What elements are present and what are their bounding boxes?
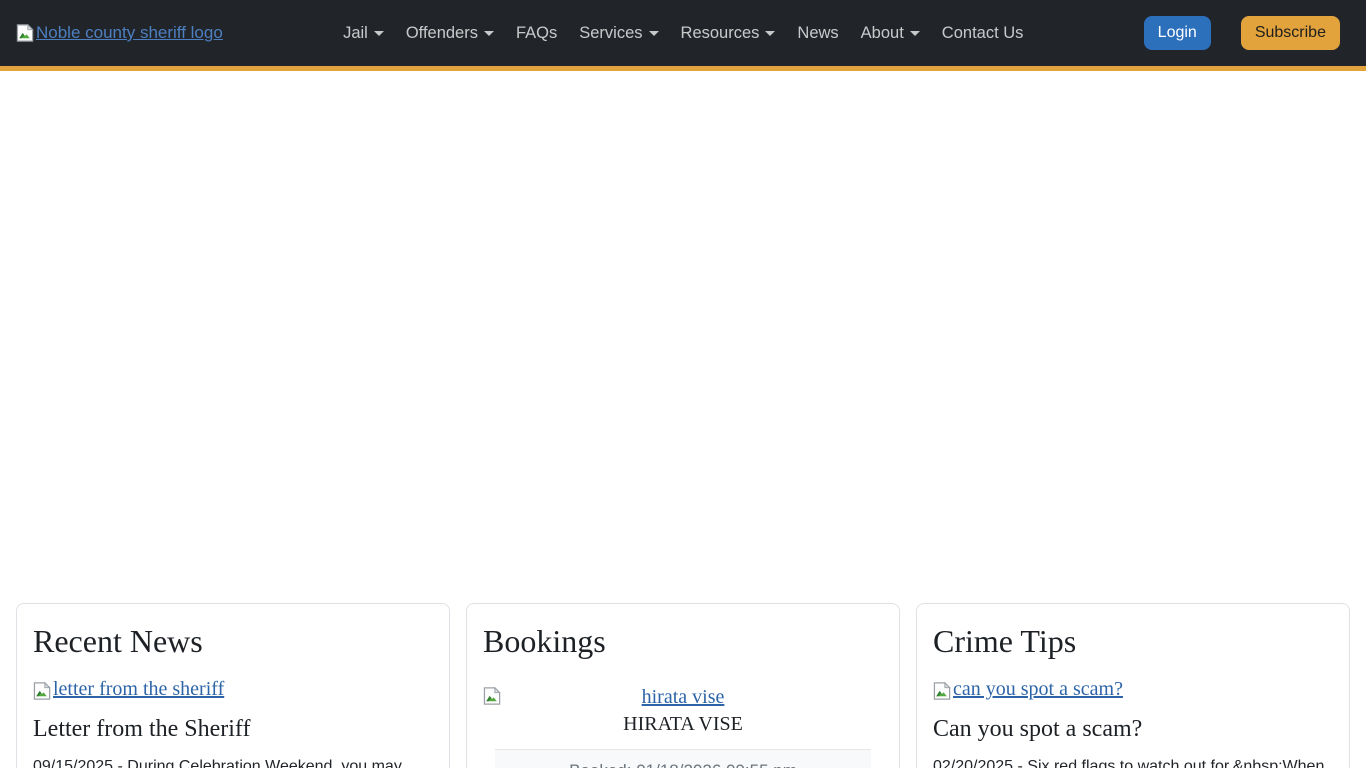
subscribe-button[interactable]: Subscribe <box>1241 16 1340 50</box>
bookings-card: Bookings hirata vise HIRATA VISE Booked:… <box>466 603 900 768</box>
booking-image-link[interactable]: hirata vise <box>642 686 725 709</box>
booking-date-footer: Booked: 01/18/2026 09:55 pm <box>495 749 871 768</box>
recent-news-title: Recent News <box>33 622 433 660</box>
nav-item-jail[interactable]: Jail <box>332 16 395 51</box>
nav-label: Services <box>579 24 642 43</box>
nav-item-faqs[interactable]: FAQs <box>505 16 568 51</box>
nav-item-contact-us[interactable]: Contact Us <box>931 16 1035 51</box>
crime-tips-card: Crime Tips can you spot a scam? Can you … <box>916 603 1350 768</box>
nav-label: Resources <box>681 24 760 43</box>
chevron-down-icon <box>765 31 775 36</box>
nav-item-services[interactable]: Services <box>568 16 669 51</box>
booking-media: hirata vise <box>483 686 883 709</box>
nav-label: FAQs <box>516 24 557 43</box>
chevron-down-icon <box>374 31 384 36</box>
bookings-title: Bookings <box>483 622 883 660</box>
nav-label: Jail <box>343 24 368 43</box>
crime-tip-heading: Can you spot a scam? <box>933 716 1333 743</box>
nav-item-resources[interactable]: Resources <box>670 16 787 51</box>
nav-item-about[interactable]: About <box>850 16 931 51</box>
news-article-heading: Letter from the Sheriff <box>33 716 433 743</box>
nav-label: News <box>797 24 838 43</box>
crime-tips-title: Crime Tips <box>933 622 1333 660</box>
navbar: Noble county sheriff logo Jail Offenders… <box>0 0 1366 71</box>
logo-link[interactable]: Noble county sheriff logo <box>16 23 223 43</box>
cards-row: Recent News letter from the sheriff Lett… <box>0 603 1366 768</box>
booking-inmate-name: HIRATA VISE <box>483 713 883 736</box>
navbar-actions: Login Subscribe <box>1144 16 1340 50</box>
broken-image-icon <box>33 681 52 701</box>
nav-label: Contact Us <box>942 24 1024 43</box>
broken-image-icon <box>933 681 952 701</box>
recent-news-card: Recent News letter from the sheriff Lett… <box>16 603 450 768</box>
news-image-link[interactable]: letter from the sheriff <box>33 678 224 701</box>
crime-tip-image-alt-text: can you spot a scam? <box>953 678 1123 701</box>
nav-item-news[interactable]: News <box>786 16 849 51</box>
chevron-down-icon <box>910 31 920 36</box>
broken-image-icon <box>483 686 502 706</box>
news-article-excerpt: 09/15/2025 - During Celebration Weekend,… <box>33 755 433 768</box>
nav-item-offenders[interactable]: Offenders <box>395 16 505 51</box>
nav-label: Offenders <box>406 24 478 43</box>
nav-label: About <box>861 24 904 43</box>
booking-image-alt-text: hirata vise <box>642 686 725 709</box>
chevron-down-icon <box>484 31 494 36</box>
crime-tip-excerpt: 02/20/2025 - Six red flags to watch out … <box>933 755 1333 768</box>
hero-empty-area <box>0 71 1366 603</box>
login-button[interactable]: Login <box>1144 16 1211 50</box>
main-nav: Jail Offenders FAQs Services Resources N… <box>332 16 1034 51</box>
logo-alt-text: Noble county sheriff logo <box>36 23 223 43</box>
crime-tip-image-link[interactable]: can you spot a scam? <box>933 678 1123 701</box>
broken-image-icon <box>16 23 35 43</box>
chevron-down-icon <box>649 31 659 36</box>
news-image-alt-text: letter from the sheriff <box>53 678 224 701</box>
